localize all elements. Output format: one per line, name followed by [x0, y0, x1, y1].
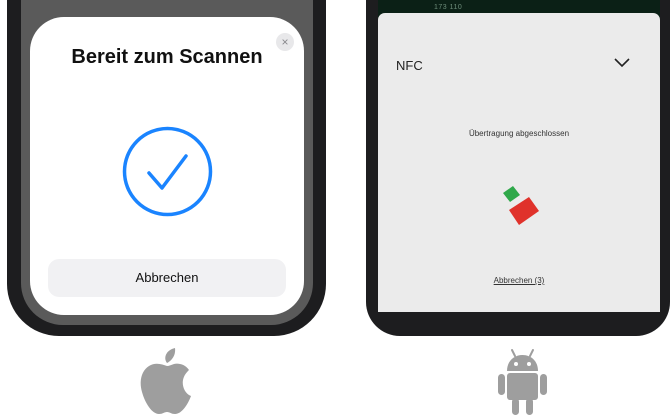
checkmark-circle-icon: [122, 126, 213, 217]
ios-cancel-button[interactable]: Abbrechen: [48, 259, 286, 297]
android-background-text: 173 110: [434, 4, 473, 11]
android-cancel-link[interactable]: Abbrechen (3): [378, 276, 660, 285]
android-device: 173 110 NFC Übertragung abgeschlossen Ab…: [366, 0, 670, 336]
nfc-transfer-icon: [503, 186, 539, 225]
android-logo-icon: [498, 349, 547, 415]
apple-logo-icon: [140, 348, 191, 414]
ios-sheet-title: Bereit zum Scannen: [71, 46, 263, 68]
nfc-label: NFC: [396, 58, 423, 73]
chevron-down-icon[interactable]: [614, 58, 630, 68]
ios-nfc-scan-sheet: Bereit zum Scannen × Abbrechen: [30, 17, 304, 315]
android-screen: 173 110 NFC Übertragung abgeschlossen Ab…: [378, 0, 660, 312]
transfer-status-text: Übertragung abgeschlossen: [468, 129, 570, 138]
iphone-screen: Bereit zum Scannen × Abbrechen: [21, 0, 313, 325]
iphone-device: Bereit zum Scannen × Abbrechen: [7, 0, 326, 336]
close-icon[interactable]: ×: [276, 33, 294, 51]
android-nfc-sheet: NFC Übertragung abgeschlossen Abbrechen …: [378, 13, 660, 312]
